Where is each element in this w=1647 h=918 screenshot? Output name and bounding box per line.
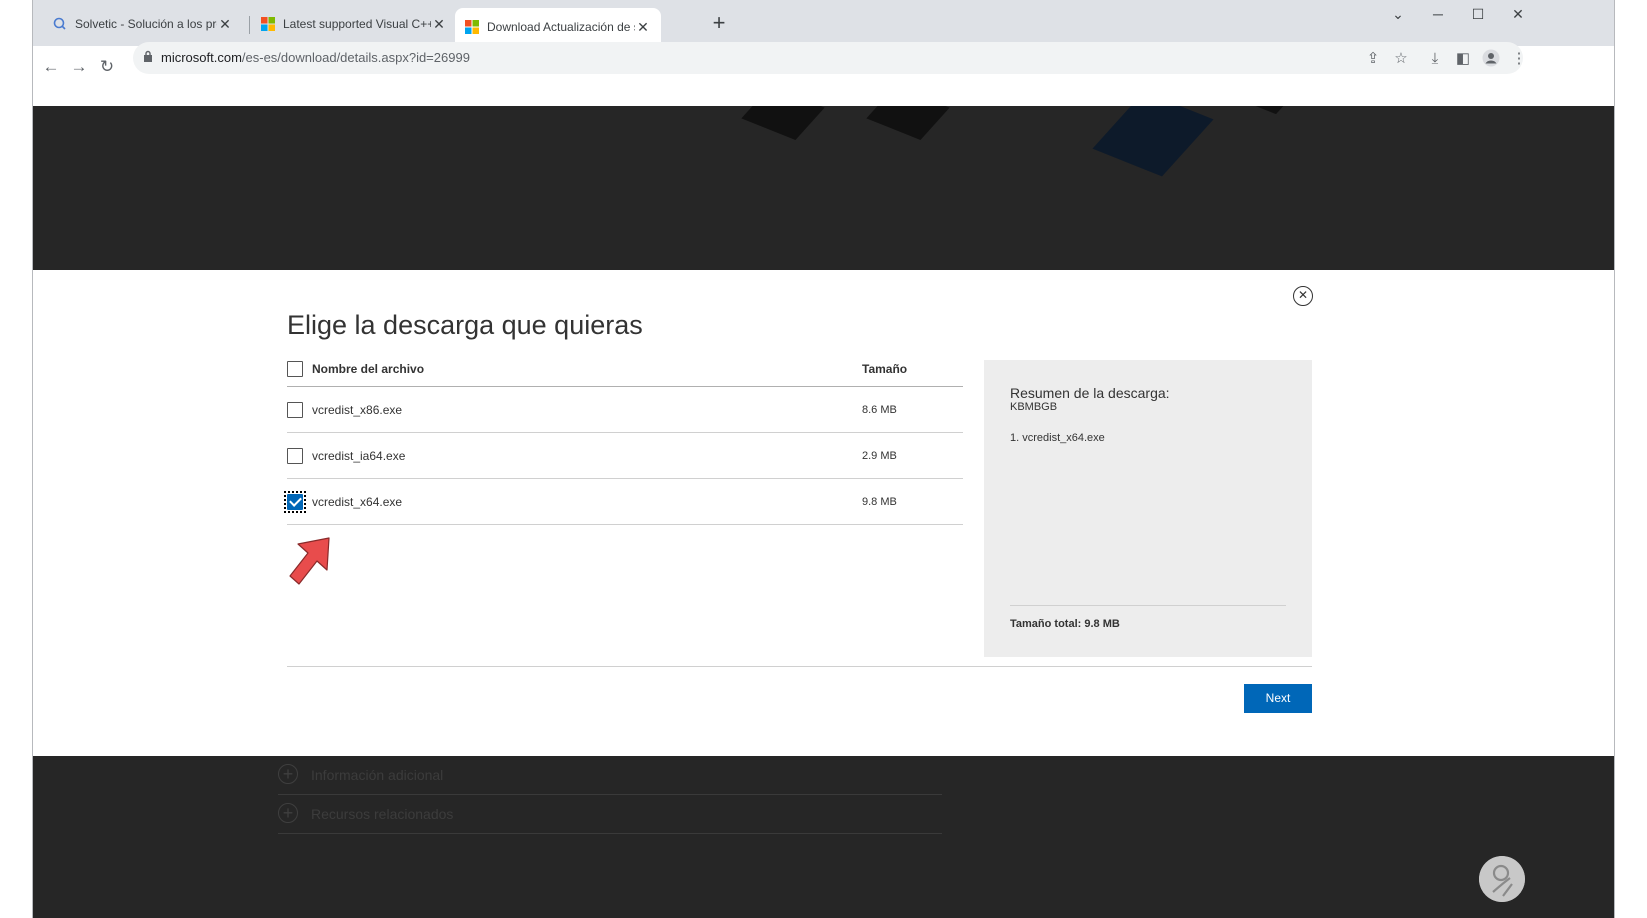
share-icon[interactable]: ⇪: [1363, 49, 1383, 69]
tab-strip: Solvetic - Solución a los problem ✕ Late…: [33, 0, 1614, 46]
file-checkbox-checked[interactable]: [287, 494, 303, 510]
device-image: [741, 106, 825, 140]
plus-circle-icon: +: [278, 764, 298, 784]
solvetic-favicon-icon: [53, 17, 66, 30]
url-text: microsoft.com/es-es/download/details.asp…: [161, 50, 470, 65]
address-bar[interactable]: microsoft.com/es-es/download/details.asp…: [133, 42, 1523, 74]
tab-visual-cpp[interactable]: Latest supported Visual C++ Red ✕: [251, 8, 457, 39]
accordion-label: Recursos relacionados: [311, 806, 454, 822]
lock-icon[interactable]: [143, 50, 153, 63]
accordion-info[interactable]: + Información adicional: [278, 756, 942, 795]
accordion-resources[interactable]: + Recursos relacionados: [278, 795, 942, 834]
file-size: 2.9 MB: [862, 450, 897, 462]
close-window-icon[interactable]: ✕: [1498, 4, 1538, 24]
red-pointer-arrow-icon: [289, 537, 330, 585]
close-tab-icon[interactable]: ✕: [431, 16, 447, 32]
device-image: [1252, 106, 1294, 115]
dialog-divider: [287, 666, 1312, 667]
device-image: [1092, 106, 1214, 177]
table-row: vcredist_ia64.exe 2.9 MB: [287, 433, 963, 479]
file-checkbox[interactable]: [287, 448, 303, 464]
download-icon[interactable]: ⤓: [1425, 49, 1445, 69]
file-size: 9.8 MB: [862, 496, 897, 508]
back-arrow-icon[interactable]: ←: [38, 54, 64, 80]
tab-separator: [249, 16, 250, 34]
file-size: 8.6 MB: [862, 404, 897, 416]
tab-download-active[interactable]: Download Actualización de segu ✕: [455, 8, 661, 46]
close-tab-icon[interactable]: ✕: [635, 19, 651, 35]
dialog-title: Elige la descarga que quieras: [287, 310, 643, 340]
minimize-icon[interactable]: ─: [1418, 4, 1458, 24]
tab-search-chevron-icon[interactable]: ⌄: [1378, 4, 1418, 24]
profile-avatar-icon[interactable]: [1481, 49, 1501, 69]
tab-title: Download Actualización de segu: [487, 20, 635, 34]
forward-arrow-icon[interactable]: →: [66, 54, 92, 80]
tab-title: Solvetic - Solución a los problem: [75, 16, 217, 31]
file-table: Nombre del archivo Tamaño vcredist_x86.e…: [284, 352, 963, 525]
file-name: vcredist_x86.exe: [312, 403, 403, 417]
table-header: Nombre del archivo Tamaño: [287, 352, 963, 387]
column-header-name: Nombre del archivo: [312, 362, 425, 376]
new-tab-button[interactable]: +: [707, 12, 731, 36]
plus-circle-icon: +: [278, 803, 298, 823]
browser-window: Solvetic - Solución a los problem ✕ Late…: [32, 0, 1615, 918]
download-summary-panel: Resumen de la descarga: KBMBGB 1. vcredi…: [984, 360, 1312, 657]
microsoft-favicon-icon: [465, 20, 479, 34]
file-checkbox[interactable]: [287, 402, 303, 418]
close-dialog-icon[interactable]: ✕: [1293, 286, 1313, 306]
microsoft-favicon-icon: [261, 16, 275, 31]
bookmark-star-icon[interactable]: ☆: [1391, 49, 1411, 69]
hero-banner: [33, 106, 1614, 270]
page-below-overlay: + Información adicional + Recursos relac…: [33, 756, 1614, 918]
download-dialog: Elige la descarga que quieras ✕ Nombre d…: [33, 270, 1614, 756]
device-image: [866, 106, 950, 140]
solvetic-logo-icon: [1479, 856, 1525, 902]
column-header-size: Tamaño: [862, 362, 908, 376]
file-name: vcredist_ia64.exe: [312, 449, 406, 463]
tab-solvetic[interactable]: Solvetic - Solución a los problem ✕: [43, 8, 243, 39]
table-row: vcredist_x86.exe 8.6 MB: [287, 387, 963, 433]
web-page: Elige la descarga que quieras ✕ Nombre d…: [33, 106, 1614, 918]
next-button[interactable]: Next: [1244, 684, 1312, 713]
file-name: vcredist_x64.exe: [312, 495, 403, 509]
summary-total: Tamaño total: 9.8 MB: [1010, 618, 1120, 630]
maximize-icon[interactable]: ☐: [1458, 4, 1498, 24]
accordion-label: Información adicional: [311, 767, 444, 783]
url-host: microsoft.com: [161, 50, 242, 65]
select-all-checkbox[interactable]: [287, 361, 303, 377]
summary-id: KBMBGB: [1010, 401, 1058, 413]
summary-item: 1. vcredist_x64.exe: [1010, 432, 1105, 444]
summary-divider: [1010, 605, 1286, 606]
summary-title: Resumen de la descarga:: [1010, 385, 1170, 401]
menu-kebab-icon[interactable]: ⋮: [1509, 49, 1529, 69]
url-path: /es-es/download/details.aspx?id=26999: [241, 50, 470, 65]
reload-icon[interactable]: ↻: [94, 54, 120, 80]
side-panel-icon[interactable]: ◧: [1453, 49, 1473, 69]
close-tab-icon[interactable]: ✕: [217, 16, 233, 32]
tab-title: Latest supported Visual C++ Red: [283, 16, 431, 31]
table-row: vcredist_x64.exe 9.8 MB: [284, 479, 963, 525]
